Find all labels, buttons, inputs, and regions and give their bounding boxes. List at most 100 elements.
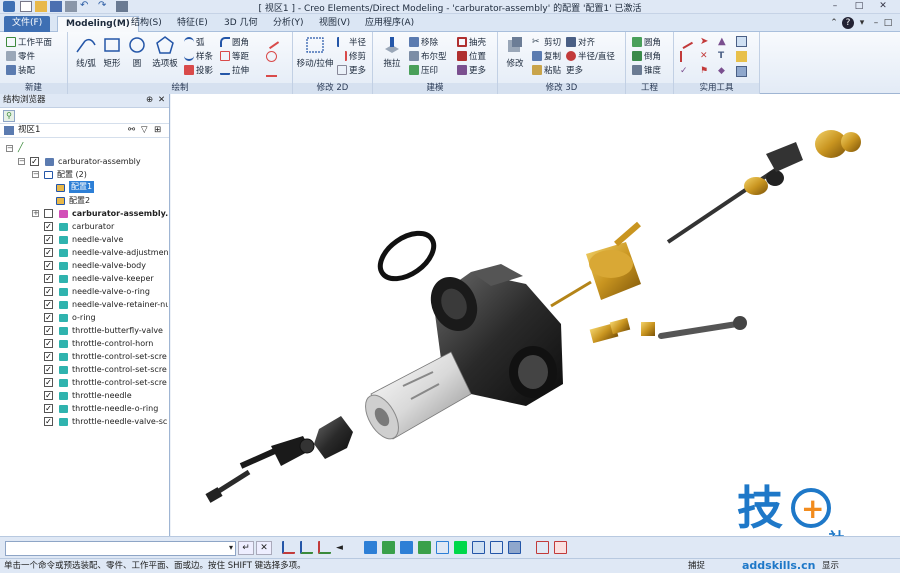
tree-item[interactable]: ✓ throttle-control-set-scre xyxy=(0,363,168,376)
more-2d-button[interactable]: 更多 xyxy=(337,64,366,76)
command-dropdown-icon[interactable]: ▾ xyxy=(229,543,233,552)
visibility-checkbox[interactable]: ✓ xyxy=(44,261,53,270)
render-9-icon[interactable] xyxy=(508,541,521,554)
throttle-needle-part[interactable] xyxy=(658,321,740,339)
enter-icon[interactable]: ↵ xyxy=(238,541,254,555)
rectangle-button[interactable]: 矩形 xyxy=(100,35,124,69)
visibility-checkbox[interactable]: ✓ xyxy=(44,313,53,322)
tree-item[interactable]: ✓ throttle-control-horn xyxy=(0,337,168,350)
visibility-checkbox[interactable]: ✓ xyxy=(44,274,53,283)
visibility-checkbox[interactable]: ✓ xyxy=(44,365,53,374)
render-2-icon[interactable] xyxy=(382,541,395,554)
throttle-barrel-part[interactable] xyxy=(359,351,472,444)
tag-icon[interactable]: ✕ xyxy=(700,51,711,62)
visibility-checkbox[interactable]: ✓ xyxy=(44,287,53,296)
binoculars-icon[interactable]: ⚯ xyxy=(128,124,135,137)
tree-item[interactable]: ✓ needle-valve-keeper xyxy=(0,272,168,285)
fillet-2d-button[interactable]: 圆角 xyxy=(220,36,249,48)
o-ring-part[interactable] xyxy=(372,224,442,288)
sheet-icon[interactable] xyxy=(736,51,747,62)
position-button[interactable]: 位置 xyxy=(457,50,486,62)
imprint-button[interactable]: 压印 xyxy=(409,64,438,76)
tree-item[interactable]: ✓ needle-valve xyxy=(0,233,168,246)
tree-item[interactable]: ✓ o-ring xyxy=(0,311,168,324)
tab-analysis[interactable]: 分析(Y) xyxy=(265,16,312,32)
ribbon-minimize-icon[interactable]: ⌃ xyxy=(828,17,840,29)
visibility-checkbox[interactable] xyxy=(44,209,53,218)
visibility-checkbox[interactable]: ✓ xyxy=(44,352,53,361)
pull-button[interactable]: 拖拉 xyxy=(379,35,405,69)
construction-tool-icon[interactable] xyxy=(266,66,277,77)
visibility-checkbox[interactable]: ✓ xyxy=(30,157,39,166)
render-6-icon[interactable] xyxy=(454,541,467,554)
view-axis-3-icon[interactable] xyxy=(318,541,331,554)
panel-close-icon[interactable]: ✕ xyxy=(158,94,165,107)
paste-button[interactable]: 粘贴 xyxy=(532,64,561,76)
tree-item[interactable]: ✓ throttle-needle xyxy=(0,389,168,402)
modify-button[interactable]: 修改 xyxy=(502,35,528,69)
minimize-button[interactable]: – xyxy=(826,1,844,12)
throttle-horn-part[interactable] xyxy=(205,436,315,503)
visibility-checkbox[interactable]: ✓ xyxy=(44,326,53,335)
render-4-icon[interactable] xyxy=(418,541,431,554)
palette-button[interactable]: 选项板 xyxy=(150,35,180,69)
render-5-icon[interactable] xyxy=(436,541,449,554)
tree-expander[interactable]: − xyxy=(32,171,39,178)
tree-item[interactable]: − 配置 (2) xyxy=(0,168,168,181)
app-restore-icon[interactable]: □ xyxy=(882,17,894,29)
more-3d-button[interactable]: 更多 xyxy=(566,64,583,76)
tree-item[interactable]: ✓ throttle-needle-o-ring xyxy=(0,402,168,415)
workplane-button[interactable]: 工作平面 xyxy=(6,36,52,48)
throttle-needle-head[interactable] xyxy=(733,316,747,330)
tab-file[interactable]: 文件(F) xyxy=(4,16,51,32)
measure-icon[interactable] xyxy=(677,33,694,50)
view-axis-1-icon[interactable] xyxy=(282,541,295,554)
line-tool-icon[interactable] xyxy=(263,33,280,50)
visibility-checkbox[interactable]: ✓ xyxy=(44,222,53,231)
render-8-icon[interactable] xyxy=(490,541,503,554)
brass-fittings-part[interactable] xyxy=(589,317,655,344)
tree-item[interactable]: ✓ needle-valve-retainer-nu xyxy=(0,298,168,311)
throttle-nut-part[interactable] xyxy=(314,416,353,459)
circle-button[interactable]: 圆 xyxy=(126,35,148,69)
needle-valve-body-part[interactable] xyxy=(550,221,641,308)
cut-button[interactable]: ✂ 剪切 xyxy=(532,36,561,48)
tree-item[interactable]: ✓ throttle-control-set-scre xyxy=(0,376,168,389)
tree-item[interactable]: ✓ needle-valve-adjustmen xyxy=(0,246,168,259)
trim-button[interactable]: 修剪 xyxy=(337,50,366,62)
filter-icon[interactable]: ▽ xyxy=(141,124,148,137)
capture-1-icon[interactable] xyxy=(536,541,549,554)
pointer-icon[interactable]: ➤ xyxy=(700,36,711,47)
tab-structure[interactable]: 结构(S) xyxy=(123,16,170,32)
remove-button[interactable]: 移除 xyxy=(409,36,438,48)
radius-button[interactable]: 半径 xyxy=(337,36,366,48)
shell-button[interactable]: 抽壳 xyxy=(457,36,486,48)
tab-3d-geometry[interactable]: 3D 几何 xyxy=(216,16,266,32)
arc-button[interactable]: 弧 xyxy=(184,36,205,48)
close-button[interactable]: ✕ xyxy=(874,1,892,12)
3d-viewport[interactable]: 技 + 社区 xyxy=(171,94,900,562)
tree-item[interactable]: ✓ needle-valve-body xyxy=(0,259,168,272)
tree-item[interactable]: − ✓ carburator-assembly xyxy=(0,155,168,168)
help-dropdown-icon[interactable]: ▾ xyxy=(856,17,868,29)
project-button[interactable]: 投影 xyxy=(184,64,213,76)
text-icon[interactable]: T xyxy=(718,51,729,62)
tree-item[interactable]: ✓ throttle-butterfly-valve xyxy=(0,324,168,337)
copy-button[interactable]: 复制 xyxy=(532,50,561,62)
visibility-checkbox[interactable]: ✓ xyxy=(44,339,53,348)
check-icon[interactable]: ✓ xyxy=(680,66,691,77)
arrow-icon[interactable]: ▲ xyxy=(718,36,729,47)
boolean-button[interactable]: 布尔型 xyxy=(409,50,447,62)
taper-button[interactable]: 锥度 xyxy=(632,64,661,76)
tree-item[interactable]: ✓ carburator xyxy=(0,220,168,233)
align-button[interactable]: 对齐 xyxy=(566,36,595,48)
radius-diameter-button[interactable]: 半径/直径 xyxy=(566,50,615,62)
visibility-checkbox[interactable]: ✓ xyxy=(44,235,53,244)
tree-item[interactable]: + carburator-assembly.1 xyxy=(0,207,168,220)
visibility-checkbox[interactable]: ✓ xyxy=(44,248,53,257)
app-minimize-icon[interactable]: – xyxy=(870,17,882,29)
render-1-icon[interactable] xyxy=(364,541,377,554)
tab-applications[interactable]: 应用程序(A) xyxy=(357,16,422,32)
command-input[interactable]: ▾ xyxy=(5,541,236,556)
tab-view[interactable]: 视图(V) xyxy=(311,16,358,32)
